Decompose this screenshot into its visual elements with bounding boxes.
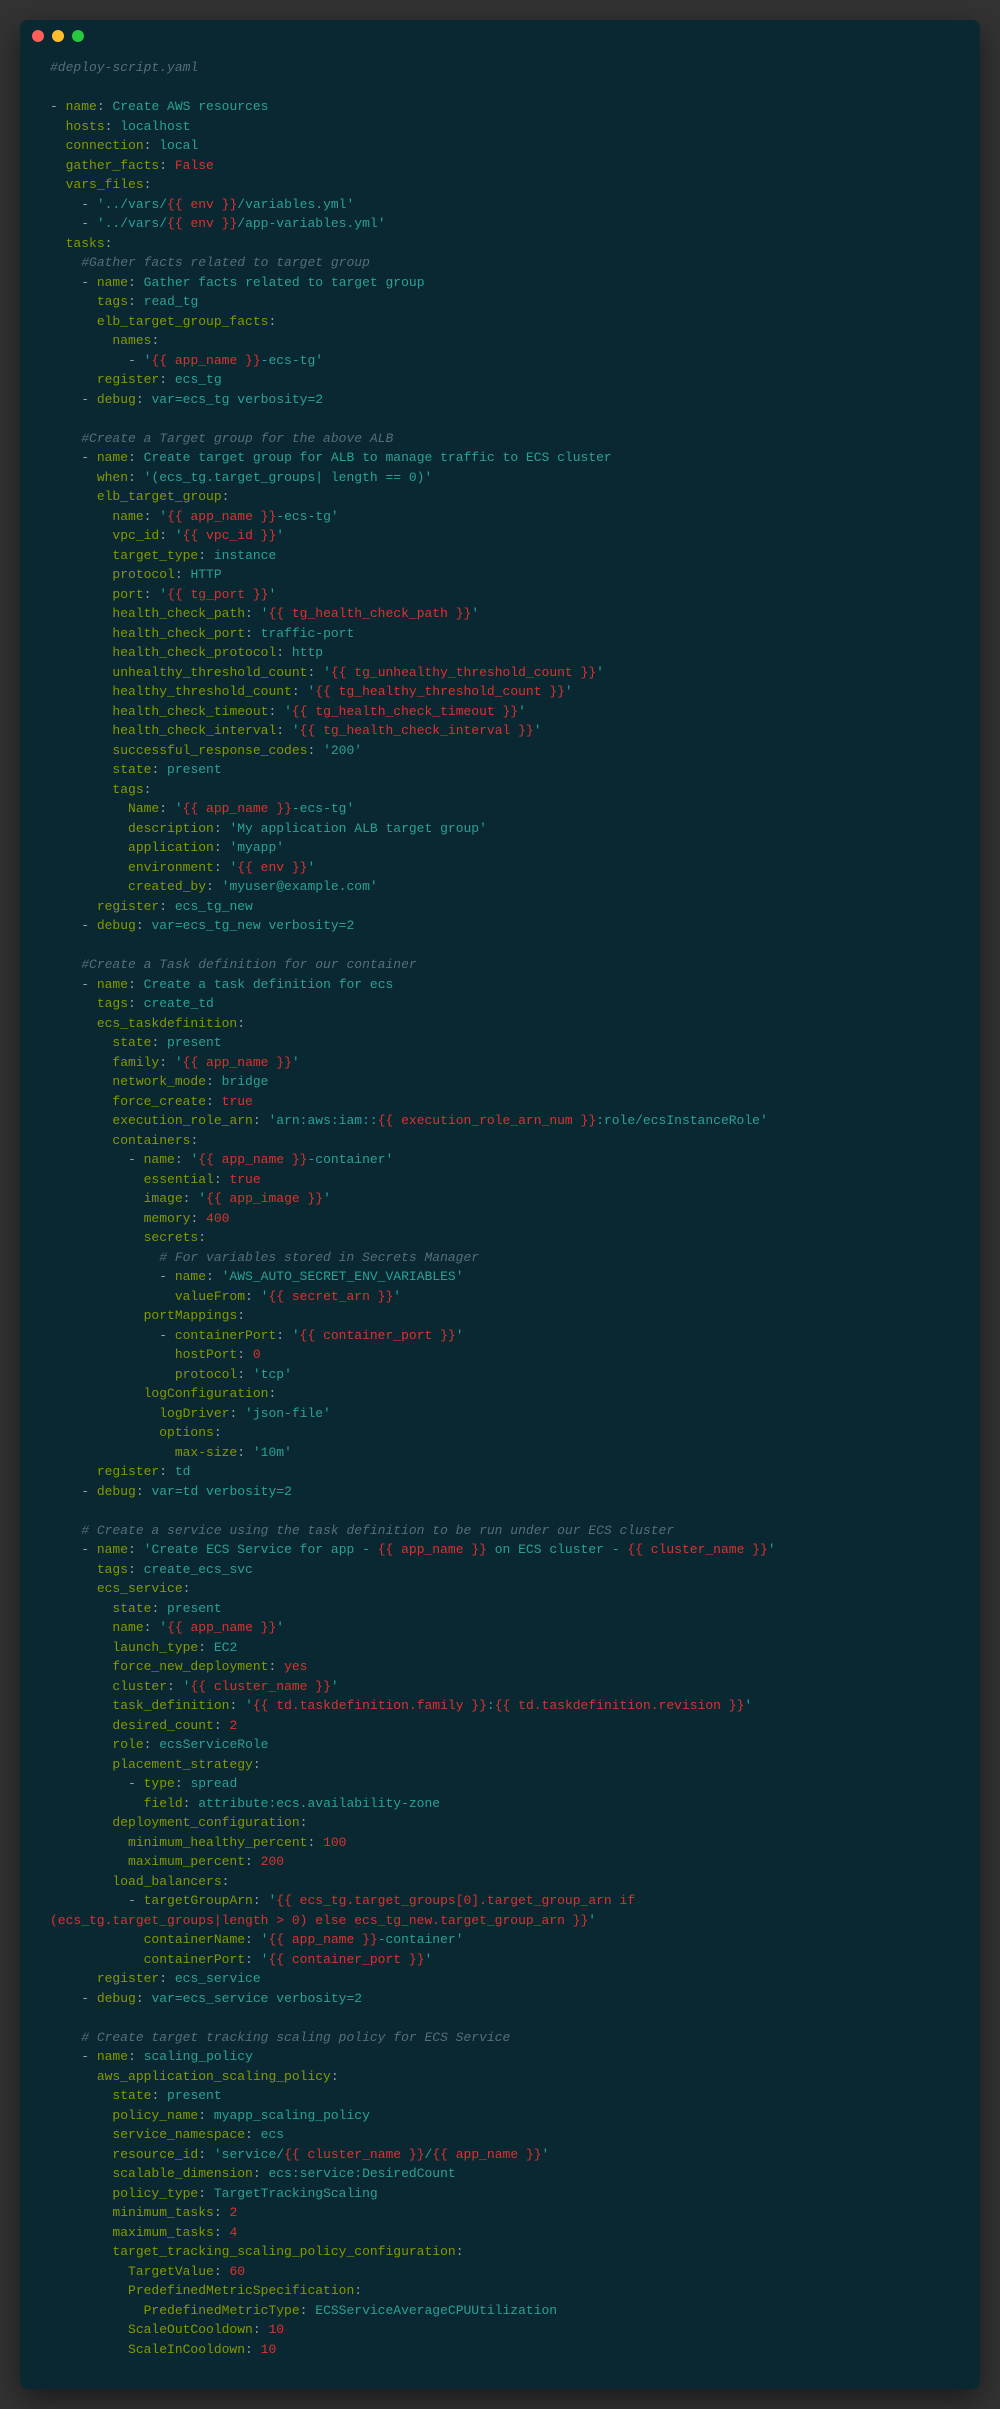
close-icon[interactable] bbox=[32, 30, 44, 42]
terminal-window: #deploy-script.yaml - name: Create AWS r… bbox=[20, 20, 980, 2389]
code-block: #deploy-script.yaml - name: Create AWS r… bbox=[20, 52, 980, 2389]
code-line: #deploy-script.yaml bbox=[50, 60, 198, 75]
window-titlebar bbox=[20, 20, 980, 52]
minimize-icon[interactable] bbox=[52, 30, 64, 42]
maximize-icon[interactable] bbox=[72, 30, 84, 42]
